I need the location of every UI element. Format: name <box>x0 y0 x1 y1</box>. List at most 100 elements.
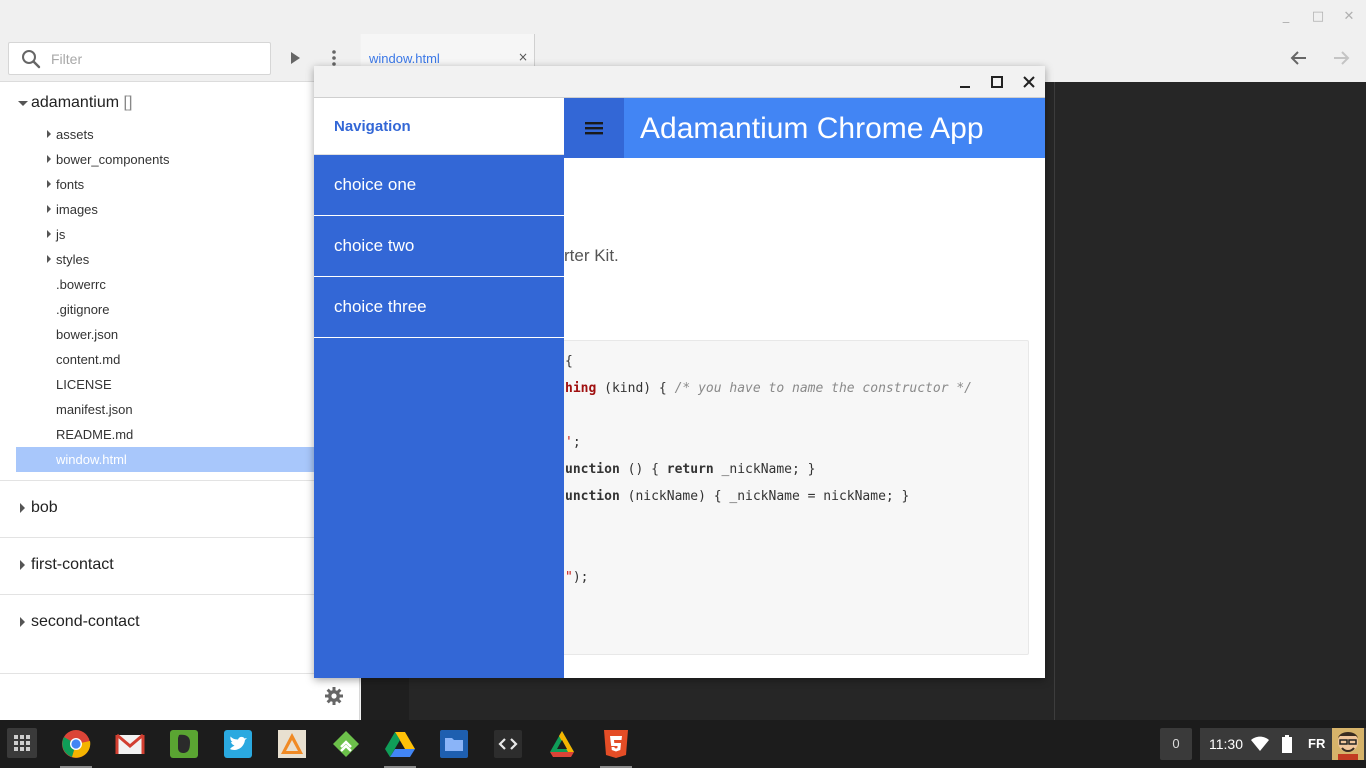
window-minimize-button[interactable]: _ <box>1277 8 1295 26</box>
window-close-button[interactable]: ✕ <box>1340 8 1358 26</box>
caret-right-icon[interactable] <box>20 617 25 627</box>
folder-label: fonts <box>56 177 85 192</box>
file-row[interactable]: .gitignore <box>16 297 360 322</box>
project-bob[interactable]: bob <box>0 487 360 531</box>
file-row[interactable]: README.md <box>16 422 360 447</box>
chrome-icon[interactable] <box>60 728 92 760</box>
divider <box>0 594 360 595</box>
code-token: unction <box>565 462 620 477</box>
caret-editor-icon[interactable] <box>276 728 308 760</box>
caret-right-icon[interactable] <box>47 130 51 138</box>
evernote-icon[interactable] <box>168 728 200 760</box>
code-line: unction () { return _nickName; } <box>565 462 815 477</box>
app-title: Adamantium Chrome App <box>640 112 984 145</box>
app-launcher-button[interactable] <box>7 728 37 758</box>
folder-label: images <box>56 202 98 217</box>
project-suffix: [] <box>119 94 133 111</box>
file-row-selected[interactable]: window.html <box>16 447 360 472</box>
project-second-contact[interactable]: second-contact <box>0 601 360 645</box>
code-line: { <box>565 354 573 369</box>
divider <box>0 673 360 674</box>
caret-right-icon[interactable] <box>47 230 51 238</box>
caret-right-icon[interactable] <box>47 205 51 213</box>
file-label: .bowerrc <box>56 277 106 292</box>
menu-item-choice-one[interactable]: choice one <box>314 155 564 216</box>
filter-input[interactable] <box>51 50 261 68</box>
filter-box[interactable] <box>8 42 271 75</box>
gear-icon[interactable] <box>324 686 344 706</box>
code-line: hing (kind) { /* you have to name the co… <box>565 381 972 396</box>
editor-print-margin <box>1054 82 1055 720</box>
drive-app-icon[interactable] <box>546 728 578 760</box>
menu-item-choice-three[interactable]: choice three <box>314 277 564 338</box>
minimize-icon[interactable] <box>957 74 973 90</box>
caret-expanded-icon[interactable] <box>18 101 28 106</box>
twitter-icon[interactable] <box>222 728 254 760</box>
divider <box>0 537 360 538</box>
close-icon[interactable] <box>1021 74 1037 90</box>
menu-item-label: choice two <box>334 236 415 255</box>
caret-right-icon[interactable] <box>20 560 25 570</box>
menu-item-label: choice three <box>334 297 427 316</box>
folder-row[interactable]: assets <box>16 122 360 147</box>
run-button[interactable] <box>286 49 304 67</box>
notification-count-badge[interactable]: 0 <box>1160 728 1192 760</box>
arrow-back-icon[interactable] <box>1289 48 1309 68</box>
hamburger-menu-button[interactable] <box>564 98 624 158</box>
google-drive-icon[interactable] <box>384 728 416 760</box>
code-token: (kind) { <box>596 381 675 396</box>
html5-icon[interactable] <box>600 728 632 760</box>
code-token: hing <box>565 381 597 396</box>
more-vert-icon[interactable] <box>326 48 342 68</box>
input-language-indicator: FR <box>1308 736 1326 751</box>
navigation-drawer: Navigation choice one choice two choice … <box>314 98 564 678</box>
code-editor-icon[interactable] <box>492 728 524 760</box>
clock: 11:30 <box>1209 736 1243 752</box>
code-token: /* you have to name the constructor */ <box>674 381 973 396</box>
caret-right-icon[interactable] <box>47 180 51 188</box>
status-tray[interactable]: 11:30 FR <box>1200 728 1366 760</box>
folder-row[interactable]: bower_components <box>16 147 360 172</box>
folder-row[interactable]: fonts <box>16 172 360 197</box>
project-adamantium[interactable]: adamantium [] <box>0 82 360 126</box>
tab-close-icon[interactable]: × <box>518 50 528 64</box>
menu-icon <box>585 122 603 135</box>
project-name: adamantium <box>31 94 120 111</box>
files-folder-icon[interactable] <box>438 728 470 760</box>
battery-icon <box>1282 735 1292 753</box>
file-label: window.html <box>56 452 127 467</box>
project-name: bob <box>31 499 58 516</box>
folder-row[interactable]: styles <box>16 247 360 272</box>
caret-right-icon[interactable] <box>47 255 51 263</box>
file-label: content.md <box>56 352 121 367</box>
gmail-icon[interactable] <box>114 728 146 760</box>
file-label: .gitignore <box>56 302 110 317</box>
file-label: README.md <box>56 427 134 442</box>
feedly-icon[interactable] <box>330 728 362 760</box>
caret-right-icon[interactable] <box>47 155 51 163</box>
file-row[interactable]: manifest.json <box>16 397 360 422</box>
code-token: ; <box>572 435 581 450</box>
code-token: ); <box>572 570 589 585</box>
folder-row[interactable]: images <box>16 197 360 222</box>
window-maximize-button[interactable]: □ <box>1309 8 1327 26</box>
code-token: (nickName) { _nickName = nickName; } <box>619 489 910 504</box>
file-row[interactable]: bower.json <box>16 322 360 347</box>
filter-bar <box>0 34 360 82</box>
project-name: second-contact <box>31 613 140 630</box>
maximize-icon[interactable] <box>989 74 1005 90</box>
project-name: first-contact <box>31 556 114 573</box>
file-row[interactable]: LICENSE <box>16 372 360 397</box>
file-row[interactable]: .bowerrc <box>16 272 360 297</box>
folder-row[interactable]: js <box>16 222 360 247</box>
caret-right-icon[interactable] <box>20 503 25 513</box>
file-row[interactable]: content.md <box>16 347 360 372</box>
code-token: { <box>565 354 573 369</box>
menu-item-choice-two[interactable]: choice two <box>314 216 564 277</box>
app-toolbar: Adamantium Chrome App <box>564 98 1045 158</box>
arrow-forward-icon[interactable] <box>1331 48 1351 68</box>
divider <box>0 480 360 481</box>
project-first-contact[interactable]: first-contact <box>0 544 360 588</box>
file-label: manifest.json <box>56 402 133 417</box>
editor-titlebar: _ □ ✕ <box>0 0 1366 34</box>
